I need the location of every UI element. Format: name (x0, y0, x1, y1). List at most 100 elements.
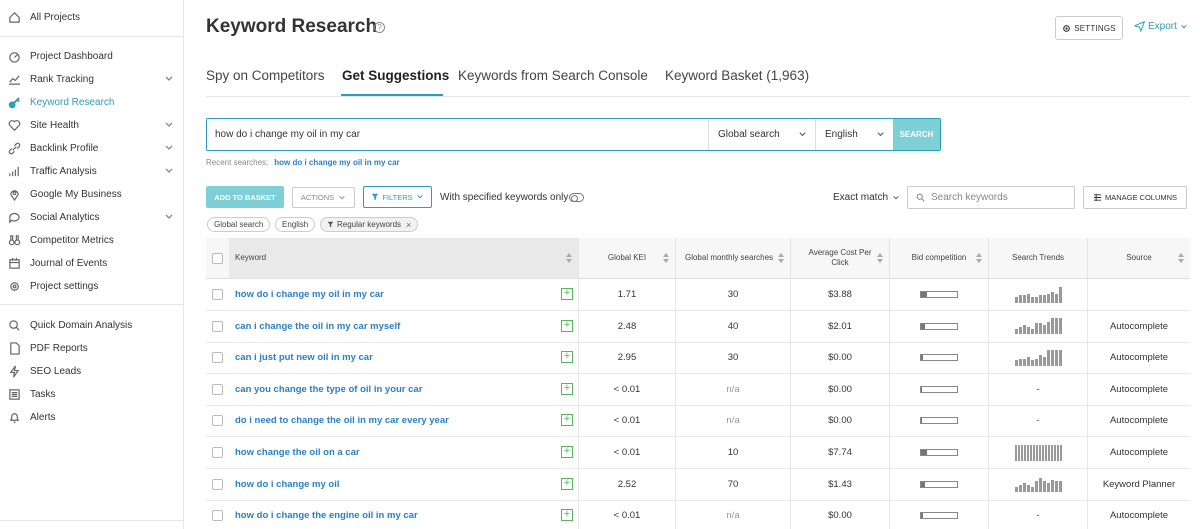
row-checkbox[interactable] (212, 510, 223, 522)
sidebar-item-project-settings[interactable]: Project settings (0, 275, 183, 297)
row-checkbox[interactable] (212, 415, 223, 427)
column-header-kei[interactable]: Global KEI (579, 238, 676, 278)
recent-search-link[interactable]: how do i change my oil in my car (274, 158, 399, 167)
sort-icon (663, 253, 669, 266)
keyword-filter-input[interactable] (931, 192, 1071, 203)
keyword-link[interactable]: can you change the type of oil in your c… (235, 384, 422, 395)
sidebar-item-project-dashboard[interactable]: Project Dashboard (0, 45, 183, 67)
chip-scope[interactable]: Global search (207, 217, 271, 232)
select-all-cell (206, 238, 229, 278)
column-header-keyword[interactable]: Keyword (229, 238, 579, 278)
add-to-basket-icon[interactable]: + (561, 319, 573, 332)
tab-spy-on-competitors[interactable]: Spy on Competitors (206, 68, 325, 83)
chevron-down-icon[interactable] (164, 143, 174, 153)
table-row: do i need to change the oil in my car ev… (206, 405, 1190, 438)
keyword-link[interactable]: can i change the oil in my car myself (235, 321, 400, 332)
row-checkbox[interactable] (212, 383, 223, 395)
add-to-basket-icon[interactable]: + (561, 288, 573, 300)
sidebar-item-quick-domain-analysis[interactable]: Quick Domain Analysis (0, 314, 183, 336)
chevron-down-icon[interactable] (164, 74, 174, 84)
keyword-link[interactable]: how do i change my oil (235, 479, 340, 490)
cpc-cell: $0.00 (791, 405, 890, 437)
chip-keyword-type[interactable]: Regular keywords × (320, 217, 419, 232)
sidebar-item-social-analytics[interactable]: Social Analytics (0, 206, 183, 228)
sidebar-item-seo-leads[interactable]: SEO Leads (0, 360, 183, 382)
keyword-link[interactable]: how do i change the engine oil in my car (235, 510, 418, 521)
specified-keywords-toggle[interactable] (569, 193, 584, 202)
sidebar-item-label: Competitor Metrics (30, 234, 114, 246)
sidebar-item-keyword-research[interactable]: Keyword Research (0, 91, 183, 113)
add-to-basket-icon[interactable]: + (561, 351, 573, 364)
sidebar-item-google-my-business[interactable]: Google My Business (0, 183, 183, 205)
actions-dropdown[interactable]: ACTIONS (292, 187, 355, 208)
chevron-down-icon[interactable] (164, 120, 174, 130)
column-header-label: Global monthly searches (684, 253, 774, 262)
chevron-down-icon[interactable] (164, 166, 174, 176)
settings-button[interactable]: SETTINGS (1055, 16, 1123, 40)
sort-icon (877, 253, 883, 266)
column-header-source[interactable]: Source (1088, 238, 1190, 278)
cpc-cell: $3.88 (791, 279, 890, 310)
add-to-basket-icon[interactable]: + (561, 477, 573, 490)
match-mode-dropdown[interactable]: Exact match (833, 192, 900, 203)
add-to-basket-icon[interactable]: + (561, 414, 573, 427)
search-button[interactable]: SEARCH (893, 119, 940, 150)
tab-keywords-from-search-console[interactable]: Keywords from Search Console (458, 68, 648, 83)
export-button[interactable]: Export (1134, 21, 1188, 32)
chevron-down-icon (339, 195, 345, 200)
chevron-down-icon[interactable] (164, 212, 174, 222)
search-trends-cell (989, 468, 1088, 500)
sidebar-item-journal-of-events[interactable]: Journal of Events (0, 252, 183, 274)
search-trends-cell: - (989, 500, 1088, 529)
close-icon[interactable]: × (406, 220, 411, 230)
tab-keyword-basket[interactable]: Keyword Basket (1,963) (665, 68, 809, 83)
row-checkbox[interactable] (212, 320, 223, 332)
tab-get-suggestions[interactable]: Get Suggestions (342, 68, 449, 83)
search-trends-cell (989, 310, 1088, 342)
row-checkbox[interactable] (212, 289, 223, 300)
sidebar-item-site-health[interactable]: Site Health (0, 114, 183, 136)
language-select[interactable]: English (815, 119, 893, 150)
sidebar-item-all-projects[interactable]: All Projects (0, 6, 183, 28)
add-to-basket-icon[interactable]: + (561, 509, 573, 522)
keyword-link[interactable]: can i just put new oil in my car (235, 352, 373, 363)
row-checkbox[interactable] (212, 478, 223, 490)
trend-empty: - (1036, 383, 1040, 395)
column-header-monthly-searches[interactable]: Global monthly searches (676, 238, 791, 278)
keyword-link[interactable]: do i need to change the oil in my car ev… (235, 415, 449, 426)
add-to-basket-icon[interactable]: + (561, 382, 573, 395)
chip-language[interactable]: English (275, 217, 316, 232)
manage-columns-button[interactable]: MANAGE COLUMNS (1083, 186, 1187, 209)
keyword-link[interactable]: how change the oil on a car (235, 447, 360, 458)
sidebar-item-rank-tracking[interactable]: Rank Tracking (0, 68, 183, 90)
sort-icon (976, 253, 982, 266)
sidebar-item-tasks[interactable]: Tasks (0, 383, 183, 405)
row-checkbox[interactable] (212, 447, 223, 458)
kei-cell: < 0.01 (579, 373, 676, 405)
help-icon[interactable]: ? (374, 22, 385, 33)
source-cell: Keyword Planner (1102, 478, 1176, 490)
select-all-checkbox[interactable] (212, 252, 223, 264)
column-header-label: Average Cost Per Click (808, 248, 872, 267)
add-to-basket-icon[interactable]: + (561, 446, 573, 458)
source-cell: Autocomplete (1109, 383, 1169, 395)
sidebar-divider (0, 304, 184, 305)
add-to-basket-button[interactable]: ADD TO BASKET (206, 186, 284, 208)
column-header-cpc[interactable]: Average Cost Per Click (791, 238, 890, 278)
recent-searches-label: Recent searches: (206, 158, 269, 167)
query-input[interactable] (207, 119, 708, 150)
column-header-search-trends[interactable]: Search Trends (989, 238, 1088, 278)
trend-sparkline (1014, 318, 1062, 335)
sidebar-item-traffic-analysis[interactable]: Traffic Analysis (0, 160, 183, 182)
sidebar-item-backlink-profile[interactable]: Backlink Profile (0, 137, 183, 159)
filters-button[interactable]: FILTERS (363, 186, 432, 208)
row-checkbox[interactable] (212, 352, 223, 364)
keyword-link[interactable]: how do i change my oil in my car (235, 289, 384, 300)
scope-select[interactable]: Global search (708, 119, 815, 150)
sidebar-item-competitor-metrics[interactable]: Competitor Metrics (0, 229, 183, 251)
sidebar-item-label: Alerts (30, 411, 56, 423)
column-header-bid-competition[interactable]: Bid competition (890, 238, 989, 278)
sidebar-item-alerts[interactable]: Alerts (0, 406, 183, 428)
sidebar-item-pdf-reports[interactable]: PDF Reports (0, 337, 183, 359)
search-trends-cell (989, 437, 1088, 468)
